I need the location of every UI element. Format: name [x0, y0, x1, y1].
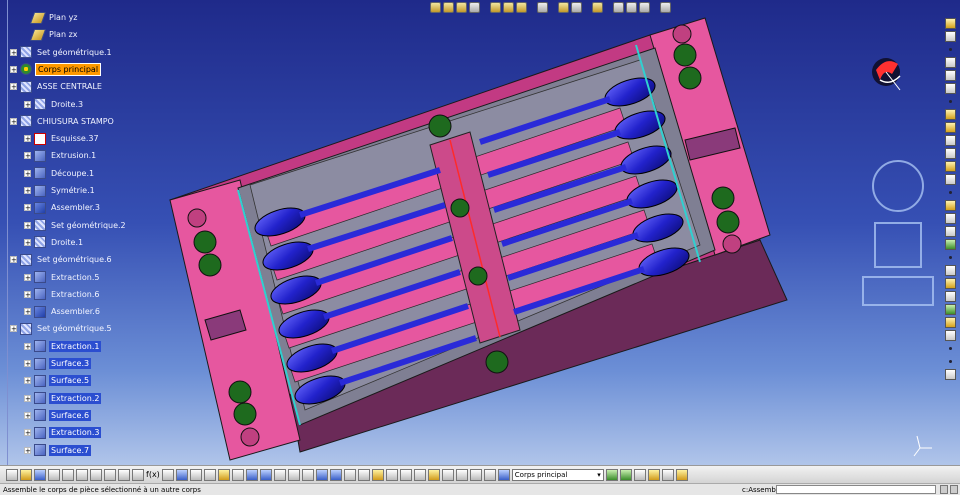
catalog-icon[interactable] — [175, 468, 188, 481]
light-icon[interactable] — [675, 468, 688, 481]
command-input[interactable] — [776, 485, 936, 494]
rotate-view-icon[interactable] — [872, 160, 924, 212]
render-style-icon[interactable] — [329, 468, 342, 481]
formula-icon[interactable]: f(x) — [146, 470, 160, 479]
define-work-object-icon[interactable] — [497, 468, 510, 481]
point-tool-icon[interactable] — [944, 57, 956, 68]
sketch-icon[interactable] — [427, 468, 440, 481]
iso-view-icon[interactable] — [315, 468, 328, 481]
toolbar-separator — [948, 48, 952, 51]
swap-visible-icon[interactable] — [357, 468, 370, 481]
join-tool-icon[interactable] — [944, 200, 956, 211]
pan-icon[interactable] — [245, 468, 258, 481]
table2-icon[interactable] — [203, 468, 216, 481]
axis-triad-icon — [913, 435, 932, 457]
scan-icon[interactable] — [661, 468, 674, 481]
current-body-combo[interactable]: Corps principal ▾ — [511, 468, 604, 481]
new-file-icon[interactable] — [6, 468, 18, 481]
ruler-icon[interactable] — [399, 468, 412, 481]
status-bar: Assemble le corps de pièce sélectionné à… — [0, 483, 960, 495]
status-button-2[interactable] — [950, 485, 958, 494]
right-toolbar — [942, 18, 958, 463]
construction-icon[interactable] — [469, 468, 482, 481]
fill-tool-icon[interactable] — [944, 148, 956, 159]
fly-icon[interactable] — [217, 468, 230, 481]
bottom-toolbar: f(x) Corps principal ▾ — [0, 465, 960, 483]
tool-extra-icon[interactable] — [413, 468, 426, 481]
rt-extra-icon[interactable] — [944, 369, 956, 380]
blend-tool-icon[interactable] — [944, 174, 956, 185]
chevron-down-icon: ▾ — [597, 470, 601, 479]
open-file-icon[interactable] — [20, 468, 32, 481]
project-tool-icon[interactable] — [944, 317, 956, 328]
line-tool-icon[interactable] — [944, 70, 956, 81]
mold-model[interactable] — [169, 17, 788, 461]
toolbar-separator — [948, 191, 952, 194]
normal-view-icon[interactable] — [301, 468, 314, 481]
copy-icon[interactable] — [76, 468, 88, 481]
zoom-in-icon[interactable] — [273, 468, 286, 481]
intersect-tool-icon[interactable] — [944, 330, 956, 341]
snap-icon[interactable] — [455, 468, 468, 481]
fit-all-icon[interactable] — [231, 468, 244, 481]
zoom-view-icon[interactable] — [862, 276, 934, 306]
update-icon[interactable] — [647, 468, 660, 481]
rt-tool-icon[interactable] — [944, 31, 956, 42]
feature-icon[interactable] — [619, 468, 632, 481]
split-tool-icon[interactable] — [944, 213, 956, 224]
status-message: Assemble le corps de pièce sélectionné à… — [3, 485, 201, 494]
paste-icon[interactable] — [90, 468, 102, 481]
extrude-tool-icon[interactable] — [944, 109, 956, 120]
sketch-tool-icon[interactable] — [944, 18, 956, 29]
rotate-icon[interactable] — [259, 468, 272, 481]
help-icon[interactable] — [132, 468, 144, 481]
current-body-label: Corps principal — [514, 470, 568, 479]
zoom-out-icon[interactable] — [287, 468, 300, 481]
grid-icon[interactable] — [441, 468, 454, 481]
extract-tool-icon[interactable] — [944, 239, 956, 250]
compass-icon[interactable] — [866, 50, 906, 95]
undo-icon[interactable] — [104, 468, 116, 481]
translate-tool-icon[interactable] — [944, 265, 956, 276]
hide-show-icon[interactable] — [343, 468, 356, 481]
symmetry-tool-icon[interactable] — [944, 278, 956, 289]
3d-viewport[interactable] — [0, 0, 960, 465]
analysis-icon[interactable] — [385, 468, 398, 481]
pattern-tool-icon[interactable] — [944, 304, 956, 315]
save-icon[interactable] — [34, 468, 46, 481]
redo-icon[interactable] — [118, 468, 130, 481]
scale-tool-icon[interactable] — [944, 291, 956, 302]
toolbar-separator — [948, 360, 952, 363]
publish-icon[interactable] — [605, 468, 618, 481]
pan-view-icon[interactable] — [874, 222, 922, 268]
catalog-browse-icon[interactable] — [633, 468, 646, 481]
knowledge-icon[interactable] — [161, 468, 174, 481]
geometry-icon[interactable] — [483, 468, 496, 481]
toolbar-separator — [948, 347, 952, 350]
toolbar-separator — [948, 100, 952, 103]
status-button-1[interactable] — [940, 485, 948, 494]
trim-tool-icon[interactable] — [944, 226, 956, 237]
measure-icon[interactable] — [371, 468, 384, 481]
loft-tool-icon[interactable] — [944, 161, 956, 172]
cut-icon[interactable] — [62, 468, 74, 481]
revolve-tool-icon[interactable] — [944, 122, 956, 133]
table-icon[interactable] — [189, 468, 202, 481]
toolbar-separator — [948, 256, 952, 259]
sweep-tool-icon[interactable] — [944, 135, 956, 146]
plane-tool-icon[interactable] — [944, 83, 956, 94]
print-icon[interactable] — [48, 468, 60, 481]
